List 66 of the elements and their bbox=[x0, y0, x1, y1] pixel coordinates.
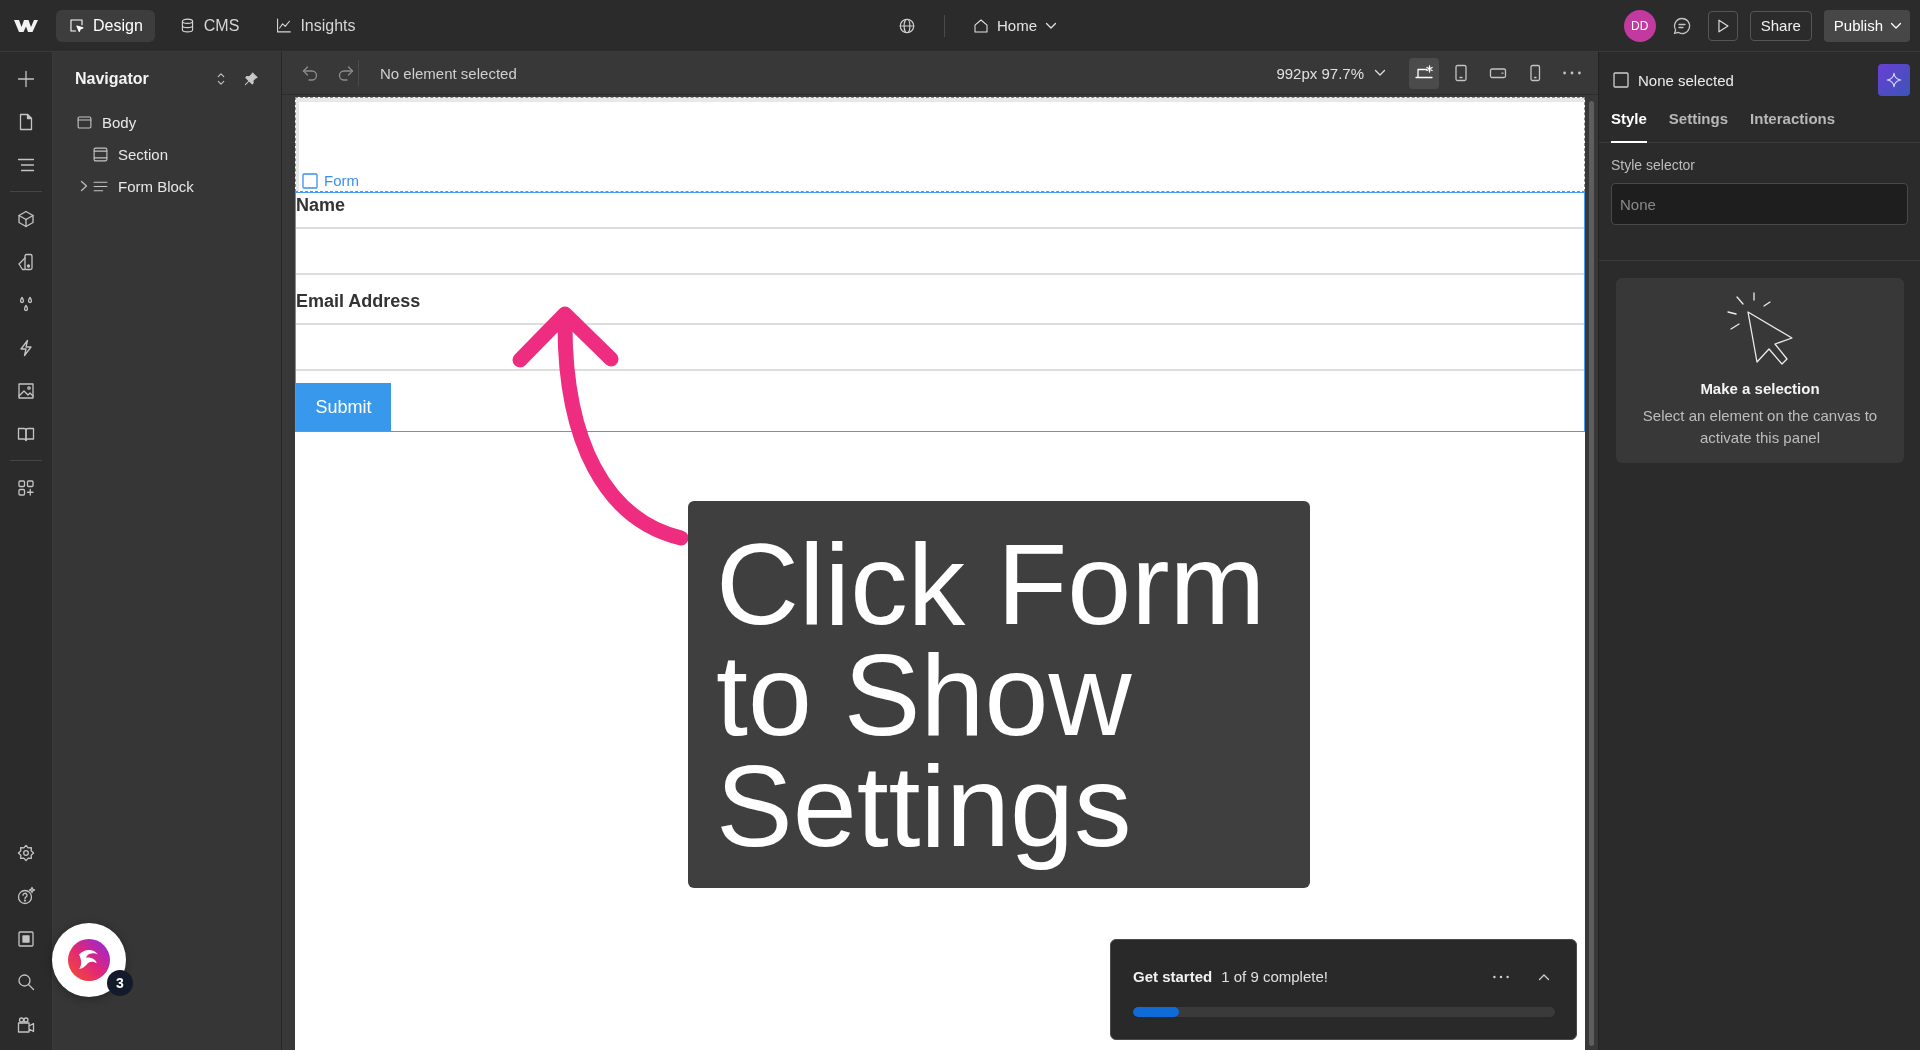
chevron-down-icon bbox=[1374, 69, 1386, 77]
navigator-item[interactable]: Body bbox=[53, 106, 281, 138]
layout-icon bbox=[92, 145, 109, 163]
square-icon[interactable] bbox=[16, 928, 36, 949]
more-icon bbox=[1493, 975, 1509, 979]
field-label: Name bbox=[296, 194, 347, 217]
comment-icon[interactable] bbox=[1671, 15, 1692, 36]
panel-tab[interactable]: Style bbox=[1611, 108, 1647, 143]
publish-button[interactable]: Publish bbox=[1823, 9, 1910, 42]
apps-icon[interactable] bbox=[16, 477, 36, 498]
breakpoint-button[interactable] bbox=[1409, 57, 1439, 89]
settings-icon[interactable] bbox=[16, 842, 36, 863]
sparkle-icon bbox=[1885, 71, 1903, 89]
more-icon bbox=[1563, 71, 1581, 75]
progress-reading: 1 of 9 complete! bbox=[1221, 967, 1328, 987]
image-icon[interactable] bbox=[16, 380, 36, 401]
selection-status: No element selected bbox=[380, 64, 517, 82]
redo-icon[interactable] bbox=[336, 63, 356, 83]
home-icon bbox=[973, 17, 989, 34]
mode-tab[interactable]: CMS bbox=[166, 9, 252, 42]
style-selector-field[interactable]: None bbox=[1611, 183, 1908, 225]
page-dropdown[interactable]: Home bbox=[973, 17, 1057, 34]
panel-tab[interactable]: Settings bbox=[1668, 108, 1729, 143]
chevron-down-icon bbox=[1890, 21, 1902, 30]
chevron-down-icon bbox=[1045, 21, 1057, 30]
text-field[interactable] bbox=[296, 323, 1584, 371]
square-icon bbox=[1613, 72, 1629, 88]
plus-icon[interactable] bbox=[16, 68, 36, 89]
cube-icon[interactable] bbox=[16, 208, 36, 229]
search-icon[interactable] bbox=[16, 971, 36, 992]
text-field[interactable] bbox=[296, 227, 1584, 275]
panel-tab[interactable]: Interactions bbox=[1750, 108, 1836, 143]
chevron-up-icon bbox=[1538, 973, 1550, 981]
selection-label: None selected bbox=[1638, 71, 1734, 89]
help-icon[interactable] bbox=[16, 885, 36, 906]
cursor-click-icon bbox=[1726, 292, 1794, 366]
field-label: Style selector bbox=[1611, 156, 1696, 175]
empty-state-text: Select an element on the canvas to activate this panel bbox=[1641, 406, 1879, 448]
swatch-icon[interactable] bbox=[16, 251, 36, 272]
empty-state-title: Make a selection bbox=[1700, 379, 1820, 399]
navigator-item[interactable]: Section bbox=[53, 138, 281, 170]
undo-icon[interactable] bbox=[300, 63, 320, 83]
zoom-dropdown[interactable]: 992px 97.7% bbox=[1276, 64, 1386, 82]
checklist-title: Get started bbox=[1133, 967, 1213, 987]
window-icon bbox=[76, 113, 93, 131]
field-label: Email Address bbox=[296, 290, 422, 313]
element-label: Form bbox=[324, 172, 359, 190]
cursor-box-icon bbox=[68, 17, 85, 34]
tutorial-callout: Click Form to Show Settings bbox=[688, 501, 1310, 888]
mode-tab[interactable]: Insights bbox=[263, 9, 368, 42]
mode-tab[interactable]: Design bbox=[56, 9, 155, 42]
panel-title: Navigator bbox=[75, 70, 149, 88]
pin-icon[interactable] bbox=[243, 71, 259, 87]
navigator-item[interactable]: Form Block bbox=[53, 170, 281, 202]
line-chart-icon bbox=[275, 17, 293, 34]
ai-assistant-button[interactable] bbox=[1878, 64, 1910, 96]
globe-icon[interactable] bbox=[898, 16, 916, 35]
video-camera-icon[interactable] bbox=[16, 1014, 36, 1035]
share-button[interactable]: Share bbox=[1749, 10, 1812, 41]
user-avatar[interactable]: DD bbox=[1623, 9, 1656, 42]
square-icon bbox=[302, 173, 318, 189]
logo-icon[interactable] bbox=[14, 17, 38, 34]
gradient-logo-icon bbox=[68, 939, 110, 981]
preview-button[interactable] bbox=[1707, 10, 1738, 41]
scrollbar-thumb[interactable] bbox=[1589, 101, 1594, 1046]
chevron-right-icon[interactable] bbox=[80, 180, 88, 192]
